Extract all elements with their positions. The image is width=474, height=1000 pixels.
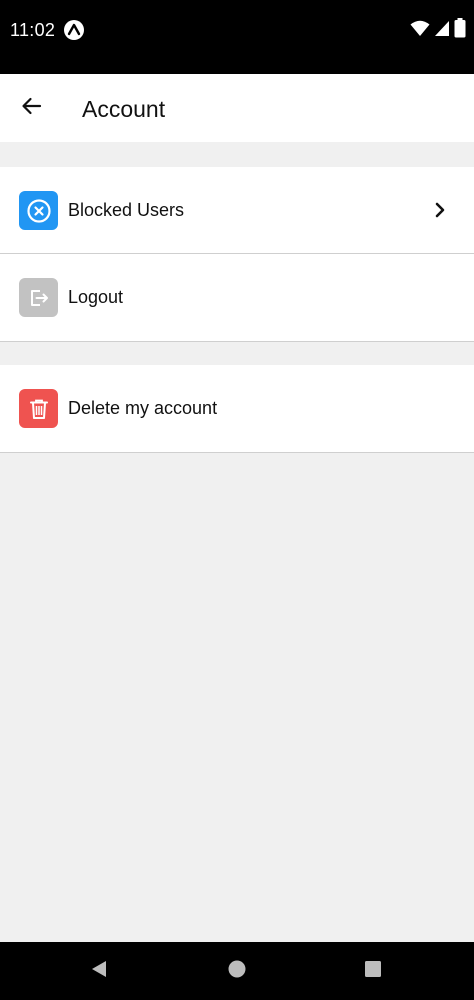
cellular-signal-icon <box>434 19 450 42</box>
wifi-icon <box>410 19 430 42</box>
chevron-right-icon <box>428 198 452 222</box>
status-icons <box>410 17 466 43</box>
delete-account-label: Delete my account <box>68 398 218 418</box>
app-bar: Account <box>0 74 474 142</box>
logout-label: Logout <box>68 287 124 307</box>
back-button[interactable] <box>10 88 54 128</box>
delete-account-item[interactable]: Delete my account <box>0 365 474 452</box>
blocked-circle-x-icon <box>19 191 58 230</box>
blocked-users-item[interactable]: Blocked Users <box>0 167 474 254</box>
divider <box>0 452 474 453</box>
back-triangle-icon <box>89 959 109 984</box>
home-circle-icon <box>227 959 247 984</box>
divider <box>0 341 474 342</box>
system-navigation-bar <box>0 942 474 1000</box>
nav-home-button[interactable] <box>222 956 252 986</box>
expo-icon <box>63 19 85 41</box>
arrow-left-icon <box>20 94 44 123</box>
battery-icon <box>454 17 466 43</box>
status-time: 11:02 <box>10 20 56 40</box>
recents-square-icon <box>363 959 383 984</box>
nav-back-button[interactable] <box>84 956 114 986</box>
logout-icon <box>19 278 58 317</box>
nav-recents-button[interactable] <box>358 956 388 986</box>
blocked-users-label: Blocked Users <box>68 200 185 220</box>
page-title: Account <box>82 96 166 122</box>
status-bar: 11:02 <box>0 0 474 74</box>
trash-icon <box>19 389 58 428</box>
logout-item[interactable]: Logout <box>0 254 474 341</box>
